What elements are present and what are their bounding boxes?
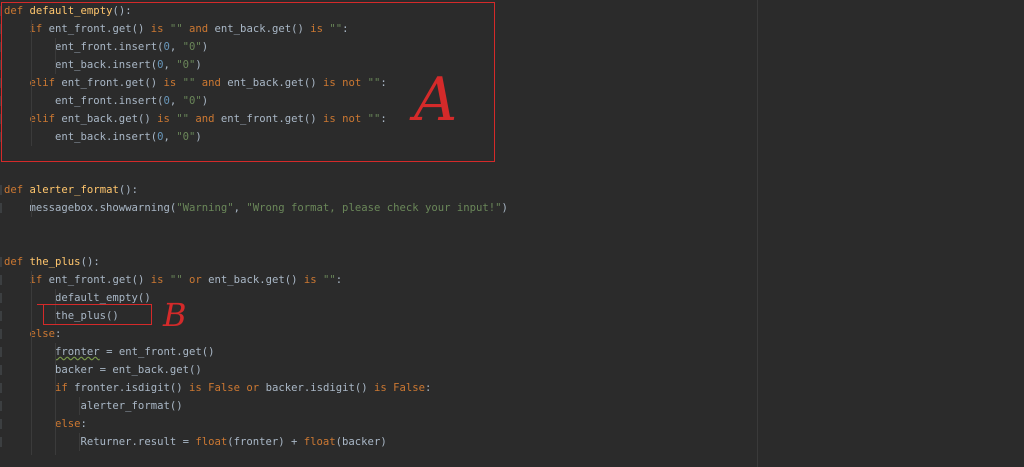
code-token: (): [80, 256, 100, 268]
gutter-fold-marker [0, 203, 2, 213]
code-token: fronter.isdigit() [67, 382, 189, 394]
code-token: Returner.result = [4, 436, 196, 448]
annotation-box-b [43, 304, 152, 325]
gutter-fold-marker [0, 329, 2, 339]
gutter-fold-marker [0, 311, 2, 321]
code-token: = ent_front.get() [99, 346, 215, 358]
code-token: or [189, 274, 202, 286]
code-token: "" [169, 274, 183, 286]
code-token: is [150, 274, 164, 286]
code-token: "" [323, 274, 336, 286]
gutter-fold-marker [0, 293, 2, 303]
code-token: messagebox.showwarning( [4, 202, 177, 214]
gutter-fold-marker [0, 365, 2, 375]
code-line-text: if ent_front.get() is "" or ent_back.get… [4, 271, 343, 289]
code-line-text: else: [4, 415, 87, 433]
gutter-fold-marker [0, 257, 2, 267]
code-line-text: if fronter.isdigit() is False or backer.… [4, 379, 431, 397]
gutter-fold-marker [0, 419, 2, 429]
code-token: (fronter) + [227, 436, 304, 448]
code-token: ent_back.get() [201, 274, 304, 286]
code-token: "Wrong format, please check your input!" [246, 202, 502, 214]
gutter-fold-marker [0, 437, 2, 447]
code-token: float [195, 436, 228, 448]
indent-guide [79, 397, 80, 415]
code-token: ent_front.get() [42, 274, 151, 286]
right-margin-guide [757, 0, 758, 467]
code-token: : [80, 418, 87, 430]
code-editor[interactable]: def default_empty(): if ent_front.get() … [0, 0, 1024, 467]
code-token: float [303, 436, 336, 448]
code-token: (): [118, 184, 138, 196]
code-line-text: def alerter_format(): [4, 181, 138, 199]
code-token: ) [501, 202, 508, 214]
code-token: is [374, 382, 387, 394]
code-token: else [29, 328, 56, 340]
gutter-fold-marker [0, 185, 2, 195]
code-token: else [55, 418, 81, 430]
code-token: default_empty() [4, 292, 151, 304]
annotation-label-a: A [414, 65, 458, 135]
code-line-text: messagebox.showwarning("Warning", "Wrong… [4, 199, 508, 217]
indent-guide [79, 433, 80, 451]
code-line-text: else: [4, 325, 62, 343]
code-token: "Warning" [176, 202, 234, 214]
code-token: False [393, 382, 426, 394]
code-token: : [335, 274, 343, 286]
code-token: , [233, 202, 247, 214]
code-token: fronter [55, 346, 100, 358]
indent-guide [31, 199, 32, 217]
code-token: False [208, 382, 241, 394]
gutter-fold-marker [0, 275, 2, 285]
code-token: def [4, 256, 24, 268]
code-token: if [55, 382, 68, 394]
code-token: : [425, 382, 432, 394]
code-token: or [246, 382, 260, 394]
code-token: : [55, 328, 62, 340]
code-token: is [188, 382, 202, 394]
code-token: is [303, 274, 317, 286]
code-token: (backer) [335, 436, 387, 448]
code-token: backer = ent_back.get() [4, 364, 202, 376]
code-line-text: def the_plus(): [4, 253, 100, 271]
code-line-text: Returner.result = float(fronter) + float… [4, 433, 387, 451]
code-token: backer.isdigit() [259, 382, 374, 394]
code-token: alerter_format [29, 184, 119, 196]
gutter-fold-marker [0, 347, 2, 357]
code-line-text: fronter = ent_front.get() [4, 343, 215, 361]
indent-guide [55, 343, 56, 455]
code-line-text: backer = ent_back.get() [4, 361, 202, 379]
indent-guide [31, 271, 32, 455]
code-token: the_plus [29, 256, 81, 268]
annotation-label-b: B [163, 296, 187, 334]
gutter-fold-marker [0, 401, 2, 411]
gutter-fold-marker [0, 383, 2, 393]
code-token: def [4, 184, 24, 196]
